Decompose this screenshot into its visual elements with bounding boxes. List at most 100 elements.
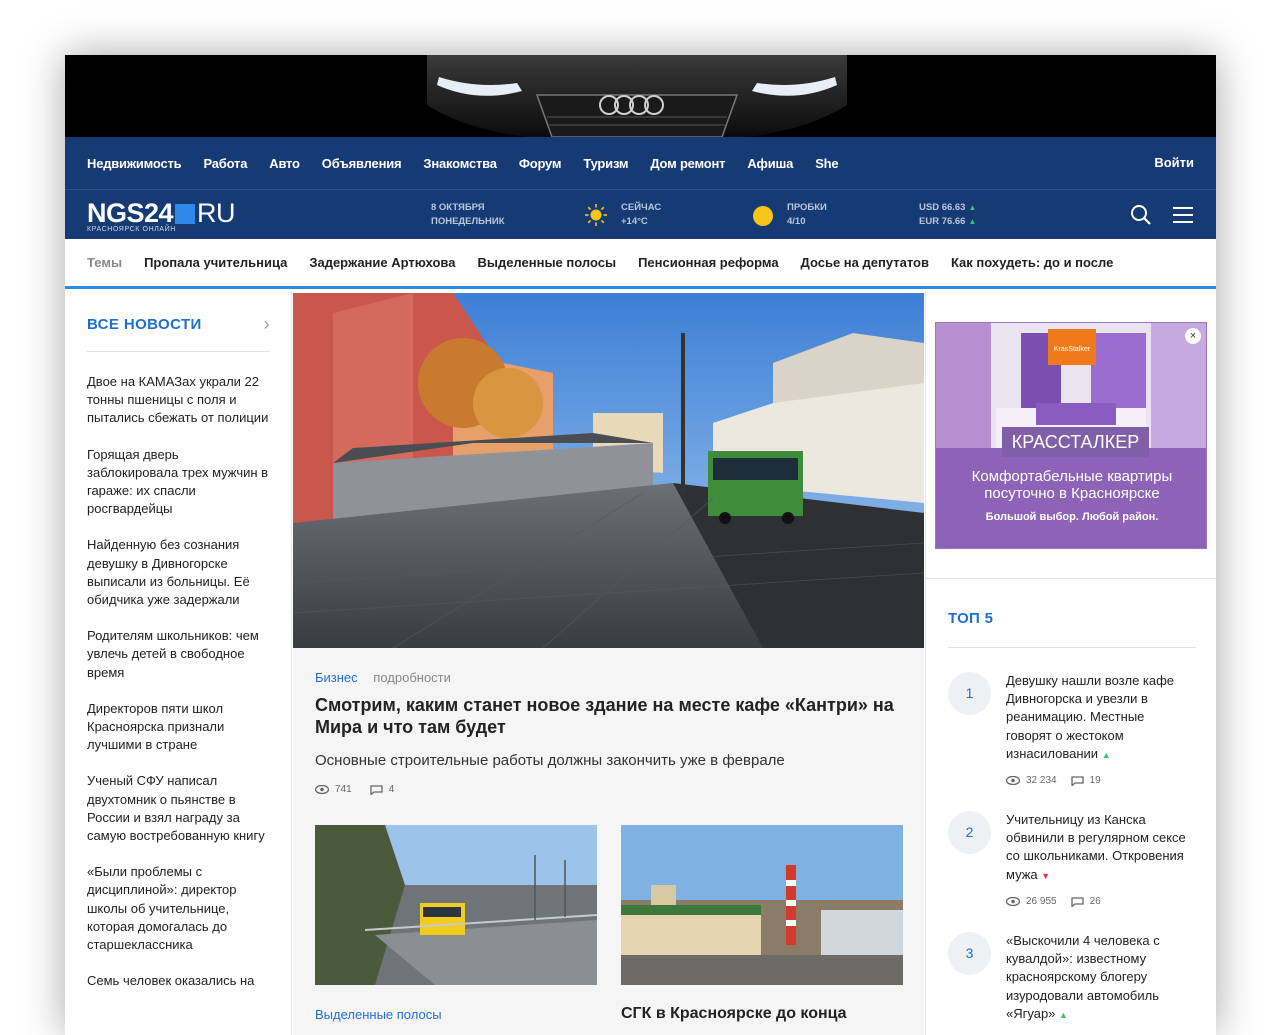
site-header: NGS24 RU КРАСНОЯРСК ОНЛАЙН 8 ОКТЯБРЯ ПОНЕ… [65,189,1216,239]
main-story-card: Бизнес подробности Смотрим, каким станет… [293,648,924,1035]
close-ad-icon[interactable]: × [1185,328,1201,344]
news-item[interactable]: Ученый СФУ написал двухтомник о пьянстве… [87,772,273,845]
traffic-info[interactable]: ПРОБКИ 4/10 [787,201,827,229]
views-count: 26 955 [1026,896,1057,907]
eur-up-icon: ▲ [968,217,977,226]
eye-icon [1006,897,1020,906]
comments-count: 26 [1089,896,1101,907]
nav-item-auto[interactable]: Авто [269,156,300,171]
topic-link[interactable]: Задержание Артюхова [309,255,455,270]
trend-up-icon: ▲ [1101,749,1111,760]
eye-icon [315,785,329,794]
top5-item-stats: 32 234 19 [1006,775,1115,786]
comment-icon [370,784,383,795]
ad-headline: Комфортабельные квартиры посуточно в Кра… [971,468,1173,502]
rank-badge: 1 [948,672,991,715]
login-link[interactable]: Войти [1154,155,1194,170]
eye-icon [1006,776,1020,785]
all-news-label: ВСЕ НОВОСТИ [87,316,202,333]
views-count: 32 234 [1026,775,1057,786]
topic-link[interactable]: Выделенные полосы [477,255,616,270]
nav-item-she[interactable]: She [815,156,838,171]
views-count: 741 [335,784,352,795]
story-tags: Бизнес подробности [315,670,451,685]
logo-ru: RU [197,198,236,228]
card-caption-link[interactable]: Выделенные полосы [315,1007,442,1022]
news-feed-column: ВСЕ НОВОСТИ › Двое на КАМАЗах украли 22 … [65,292,292,1035]
topics-bar: Темы Пропала учительница Задержание Артю… [65,239,1216,289]
usd-up-icon: ▲ [968,203,977,212]
ad-brand: КРАССТАЛКЕР [1002,427,1149,457]
ad-logo-text: KrasStalker [1054,346,1091,353]
news-item[interactable]: Директоров пяти школ Красноярска признал… [87,700,273,755]
right-sidebar: KrasStalker × КРАССТАЛКЕР Комфортабельны… [925,292,1216,1035]
nav-item-jobs[interactable]: Работа [203,156,247,171]
card-title[interactable]: СГК в Красноярске до конца [621,1005,847,1023]
nav-item-forum[interactable]: Форум [519,156,562,171]
news-item[interactable]: Двое на КАМАЗах украли 22 тонны пшеницы … [87,373,273,428]
logo-main: NGS24 [87,198,174,228]
story-headline[interactable]: Смотрим, каким станет новое здание на ме… [315,694,895,738]
news-item[interactable]: Родителям школьников: чем увлечь детей в… [87,627,273,682]
top5-item-stats: 26 955 26 [1006,896,1115,907]
traffic-label: ПРОБКИ [787,202,827,213]
weather-info[interactable]: СЕЙЧАС +14°C [621,201,661,229]
nav-item-tourism[interactable]: Туризм [583,156,628,171]
nav-item-dating[interactable]: Знакомства [423,156,497,171]
date-info: 8 ОКТЯБРЯ ПОНЕДЕЛЬНИК [431,201,505,229]
divider [926,578,1216,579]
topic-link[interactable]: Пропала учительница [144,255,287,270]
all-news-link[interactable]: ВСЕ НОВОСТИ › [87,314,270,352]
top-ad-banner[interactable] [65,55,1216,137]
browser-page: Недвижимость Работа Авто Объявления Знак… [65,55,1216,1035]
comment-icon [1070,896,1084,907]
top5-title: ТОП 5 [948,610,1196,648]
news-item[interactable]: Семь человек оказались на [87,972,273,990]
nav-item-realty[interactable]: Недвижимость [87,156,182,171]
top5-item-text[interactable]: Девушку нашли возле кафе Дивногорска и у… [1006,672,1192,764]
rank-badge: 3 [948,932,991,975]
nav-item-ads[interactable]: Объявления [322,156,402,171]
comments-count: 19 [1089,775,1101,786]
category-link[interactable]: Бизнес [315,670,358,685]
news-list: Двое на КАМАЗах украли 22 тонны пшеницы … [87,373,273,1008]
details-link[interactable]: подробности [373,670,451,685]
story-stats: 741 4 [315,784,412,795]
topic-link[interactable]: Как похудеть: до и после [951,255,1113,270]
hamburger-icon[interactable] [1171,204,1195,226]
ad-tagline: Большой выбор. Любой район. [985,511,1159,523]
traffic-icon [753,206,773,226]
main-story-image[interactable] [293,293,924,648]
site-logo[interactable]: NGS24 RU КРАСНОЯРСК ОНЛАЙН [87,198,236,233]
weather-label: СЕЙЧАС [621,202,662,213]
logo-square-icon [175,203,196,224]
top5-item-text[interactable]: «Выскочили 4 человека с кувалдой»: извес… [1006,932,1192,1024]
news-item[interactable]: «Были проблемы с дисциплиной»: директор … [87,863,273,954]
nav-item-afisha[interactable]: Афиша [747,156,793,171]
comments-count: 4 [388,784,395,795]
comment-icon [1070,775,1084,786]
news-item[interactable]: Горящая дверь заблокировала трех мужчин … [87,446,273,519]
topic-link[interactable]: Досье на депутатов [801,255,929,270]
usd-rate: USD 66.63 [919,202,966,213]
currency-rates[interactable]: USD 66.63 ▲ EUR 76.66 ▲ [919,201,976,229]
weather-temp: +14°C [621,216,648,227]
date-day: 8 ОКТЯБРЯ [431,202,485,213]
top5-item-text[interactable]: Учительницу из Канска обвинили в регуляр… [1006,811,1192,885]
news-item[interactable]: Найденную без сознания девушку в Дивного… [87,536,273,609]
card-image-bridge[interactable] [315,825,597,985]
search-icon[interactable] [1129,203,1153,227]
topics-label: Темы [87,255,123,270]
car-ad-image [427,55,847,137]
top-navigation: Недвижимость Работа Авто Объявления Знак… [65,137,1216,189]
topic-link[interactable]: Пенсионная реформа [638,255,778,270]
trend-down-icon: ▼ [1041,870,1051,881]
trend-up-icon: ▲ [1059,1009,1068,1020]
kras-stalker-ad[interactable]: KrasStalker × КРАССТАЛКЕР Комфортабельны… [935,322,1207,549]
traffic-value: 4/10 [787,216,806,227]
story-lead: Основные строительные работы должны зако… [315,752,785,769]
chevron-right-icon: › [263,314,270,334]
card-image-city[interactable] [621,825,903,985]
nav-item-home[interactable]: Дом ремонт [650,156,725,171]
date-weekday: ПОНЕДЕЛЬНИК [431,216,505,227]
